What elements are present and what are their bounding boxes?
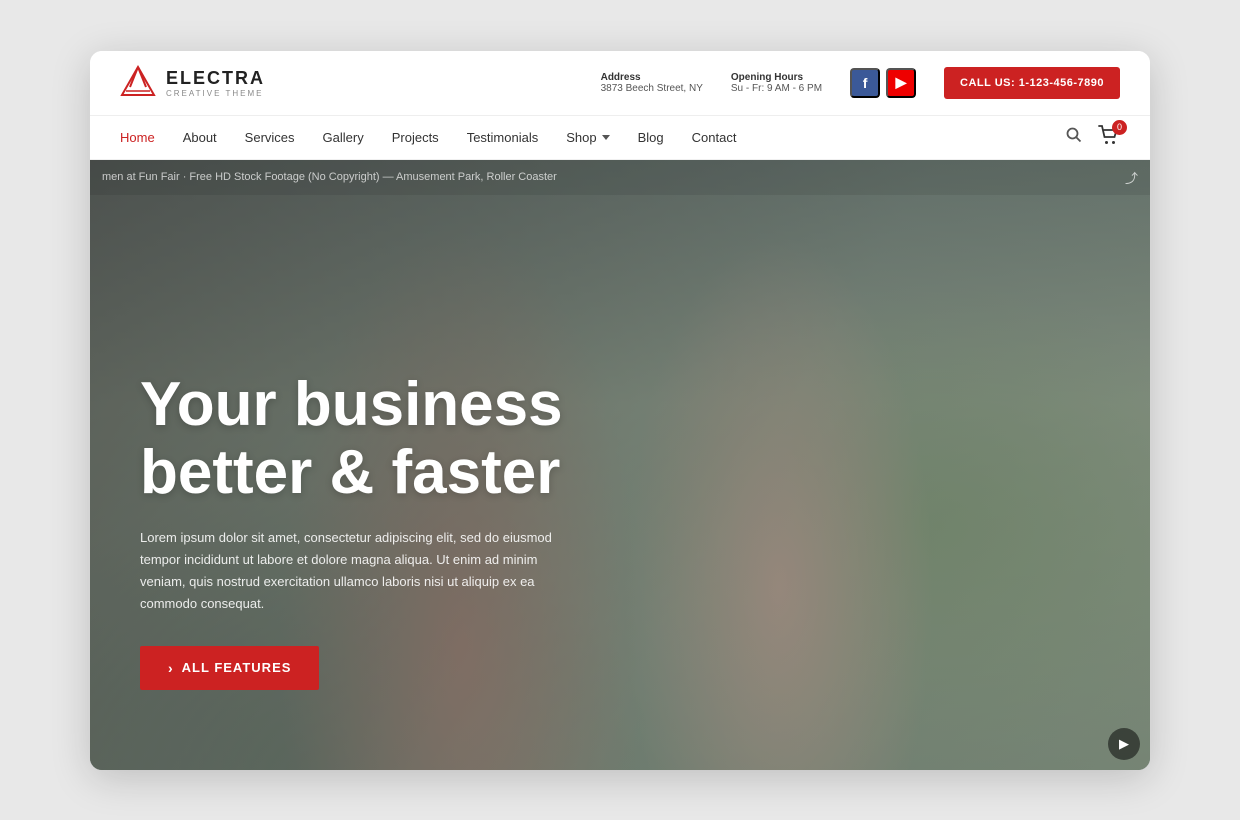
- top-bar: ELECTRA CREATIVE THEME Address 3873 Beec…: [90, 51, 1150, 116]
- logo-area: ELECTRA CREATIVE THEME: [120, 65, 265, 101]
- address-block: Address 3873 Beech Street, NY: [601, 72, 703, 94]
- nav-right: 0: [1066, 125, 1120, 150]
- hours-label: Opening Hours: [731, 72, 822, 83]
- main-nav: Home About Services Gallery Projects Tes…: [120, 130, 736, 145]
- browser-window: ELECTRA CREATIVE THEME Address 3873 Beec…: [90, 51, 1150, 770]
- call-button[interactable]: CALL US: 1-123-456-7890: [944, 67, 1120, 99]
- search-button[interactable]: [1066, 127, 1082, 148]
- all-features-button[interactable]: › ALL Features: [140, 646, 319, 690]
- nav-bar: Home About Services Gallery Projects Tes…: [90, 116, 1150, 160]
- youtube-icon[interactable]: ▶: [886, 68, 916, 98]
- cta-arrow-icon: ›: [168, 660, 174, 676]
- search-icon: [1066, 127, 1082, 143]
- cart-badge: 0: [1112, 120, 1127, 135]
- hero-title-line2: better & faster: [140, 438, 560, 507]
- hero-title: Your business better & faster: [140, 371, 563, 507]
- cart-button[interactable]: 0: [1098, 125, 1120, 150]
- logo-name: ELECTRA: [166, 68, 265, 89]
- nav-testimonials[interactable]: Testimonials: [467, 130, 539, 145]
- logo-sub: CREATIVE THEME: [166, 89, 265, 98]
- hours-value: Su - Fr: 9 AM - 6 PM: [731, 83, 822, 94]
- shop-chevron-icon: [602, 135, 610, 140]
- top-right-info: Address 3873 Beech Street, NY Opening Ho…: [601, 67, 1120, 99]
- facebook-icon[interactable]: f: [850, 68, 880, 98]
- nav-projects[interactable]: Projects: [392, 130, 439, 145]
- address-value: 3873 Beech Street, NY: [601, 83, 703, 94]
- nav-blog[interactable]: Blog: [638, 130, 664, 145]
- hours-block: Opening Hours Su - Fr: 9 AM - 6 PM: [731, 72, 822, 94]
- video-bar: men at Fun Fair · Free HD Stock Footage …: [90, 160, 1150, 195]
- logo-icon: [120, 65, 156, 101]
- nav-shop[interactable]: Shop: [566, 130, 609, 145]
- nav-about[interactable]: About: [183, 130, 217, 145]
- hero-title-line1: Your business: [140, 370, 563, 439]
- cta-label: ALL Features: [182, 660, 292, 675]
- nav-services[interactable]: Services: [245, 130, 295, 145]
- nav-gallery[interactable]: Gallery: [323, 130, 364, 145]
- hero-section: men at Fun Fair · Free HD Stock Footage …: [90, 160, 1150, 770]
- hero-content: Your business better & faster Lorem ipsu…: [140, 371, 563, 690]
- hero-description: Lorem ipsum dolor sit amet, consectetur …: [140, 527, 560, 615]
- nav-contact[interactable]: Contact: [692, 130, 737, 145]
- video-bar-text: men at Fun Fair · Free HD Stock Footage …: [102, 171, 557, 183]
- logo-text: ELECTRA CREATIVE THEME: [166, 68, 265, 98]
- social-icons: f ▶: [850, 68, 916, 98]
- address-label: Address: [601, 72, 703, 83]
- nav-home[interactable]: Home: [120, 130, 155, 145]
- youtube-play-icon[interactable]: ▶: [1108, 728, 1140, 760]
- share-icon[interactable]: ⤴: [1125, 168, 1138, 187]
